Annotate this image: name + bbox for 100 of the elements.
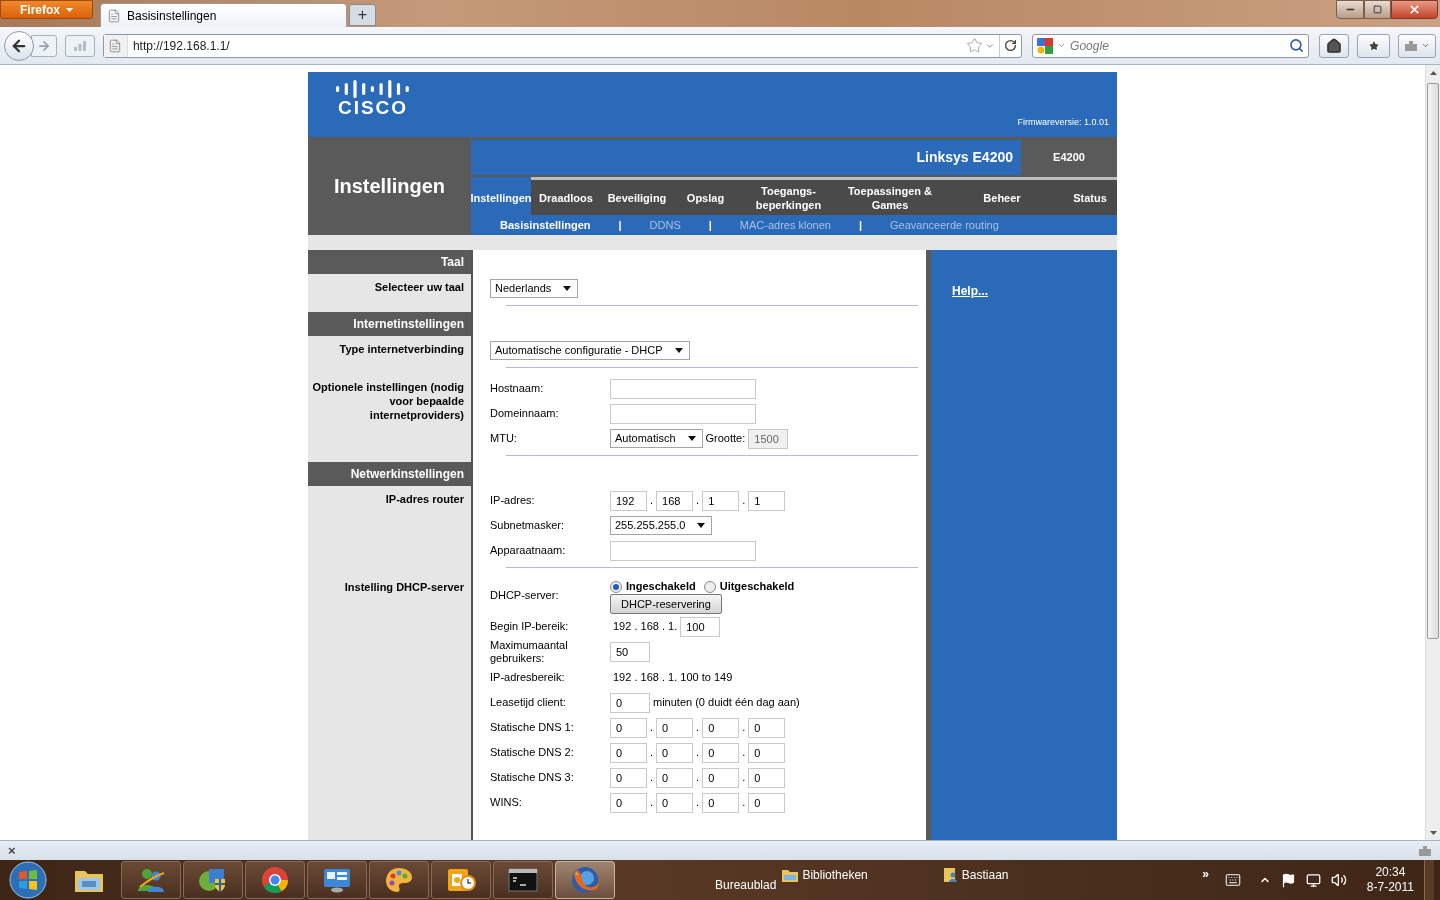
subtab-link[interactable]: Basisinstellingen — [500, 216, 591, 234]
browser-tab[interactable]: Basisinstellingen — [100, 3, 347, 27]
input-field[interactable]: 100 — [680, 616, 721, 637]
scroll-thumb[interactable] — [1427, 83, 1439, 639]
close-button[interactable] — [1391, 0, 1438, 19]
input-field[interactable]: 0 — [702, 717, 740, 738]
scrollbar[interactable] — [1425, 65, 1440, 840]
search-field[interactable]: Google — [1032, 33, 1310, 58]
radio-button[interactable] — [703, 580, 716, 593]
input-field[interactable]: 0 — [748, 792, 786, 813]
caret-icon — [687, 436, 696, 441]
input-field[interactable]: 0 — [702, 742, 740, 763]
field-label: Statische DNS 3: — [490, 771, 574, 783]
search-icon[interactable] — [1289, 38, 1305, 53]
search-engine-icon — [1037, 37, 1054, 54]
dropdown[interactable]: Nederlands — [490, 279, 579, 298]
input-field[interactable]: 0 — [748, 767, 786, 788]
input-field[interactable]: 1 — [702, 490, 740, 511]
scroll-up-icon[interactable] — [1429, 71, 1437, 75]
input-field[interactable]: 50 — [610, 642, 650, 662]
taskbar-app[interactable] — [431, 861, 491, 899]
taskbar-app[interactable] — [245, 861, 305, 899]
dot-separator: . — [741, 771, 747, 784]
input-field[interactable] — [610, 378, 756, 399]
maximize-button[interactable] — [1364, 0, 1391, 19]
close-addon-bar[interactable]: × — [8, 844, 16, 857]
puzzle-icon — [1404, 39, 1419, 52]
input-field[interactable] — [610, 540, 756, 561]
input-field[interactable]: 0 — [610, 717, 647, 738]
taskbar-app[interactable] — [307, 861, 367, 899]
nav-tab[interactable]: Opslag — [673, 177, 738, 215]
caret-icon — [66, 7, 73, 12]
toolbar-link[interactable]: Bastiaan — [961, 866, 1009, 884]
forward-arrow-icon — [37, 38, 51, 53]
dot-separator: . — [649, 494, 655, 507]
dot-separator: . — [649, 796, 655, 809]
nav-tab[interactable]: Status — [1063, 177, 1117, 215]
speaker-icon[interactable] — [1330, 872, 1347, 888]
input-field[interactable]: 0 — [656, 767, 694, 788]
taskbar-app[interactable] — [493, 861, 553, 899]
input-field[interactable]: 0 — [610, 742, 647, 763]
input-field[interactable]: 0 — [656, 742, 694, 763]
scroll-down-icon[interactable] — [1429, 831, 1437, 835]
network-icon[interactable] — [1305, 872, 1321, 888]
radio-button[interactable] — [610, 580, 622, 593]
nav-tab[interactable]: Toepassingen & Games — [839, 177, 941, 215]
value-text: 192 . 168 . 1. — [612, 620, 679, 633]
addon-button[interactable] — [1398, 33, 1436, 58]
home-button[interactable] — [1319, 33, 1350, 58]
caret-icon — [563, 286, 572, 291]
taskbar-app[interactable] — [369, 861, 429, 899]
dot-separator: . — [695, 721, 701, 734]
reservation-button[interactable]: DHCP-reservering — [610, 594, 722, 614]
address-bar[interactable]: http://192.168.1.1/ — [102, 33, 1023, 58]
bookmarks-button[interactable] — [1357, 33, 1391, 58]
input-field[interactable]: 0 — [656, 717, 694, 738]
nav-tab[interactable]: Beveiliging — [601, 177, 673, 215]
field-label: Statische DNS 1: — [490, 721, 574, 733]
taskbar-app[interactable] — [183, 861, 243, 899]
keyboard-icon[interactable] — [1224, 872, 1241, 888]
flag-icon[interactable] — [1280, 872, 1296, 888]
input-field[interactable] — [610, 403, 756, 424]
dropdown[interactable]: Automatische configuratie - DHCP — [490, 341, 690, 360]
block-label: Optionele instellingen (nodig voor bepaalde internetproviders) — [312, 381, 464, 421]
new-tab-button[interactable]: + — [349, 4, 376, 26]
input-field[interactable]: 0 — [656, 792, 694, 813]
caret-icon — [674, 348, 683, 353]
nav-tab[interactable]: Beheer — [941, 177, 1063, 215]
input-field[interactable]: 168 — [656, 490, 694, 511]
input-field[interactable]: 0 — [748, 717, 786, 738]
toolbar-link[interactable]: Bureaublad — [715, 876, 777, 894]
dropdown[interactable]: 255.255.255.0 — [610, 516, 713, 535]
field-label: DHCP-server: — [490, 588, 559, 601]
reload-icon[interactable] — [1004, 39, 1018, 52]
input-field[interactable]: 0 — [610, 792, 647, 813]
bookmark-star-icon[interactable] — [966, 37, 984, 54]
dropdown[interactable]: Automatisch — [610, 429, 703, 448]
input-field[interactable]: 0 — [702, 792, 740, 813]
minimize-button[interactable] — [1336, 0, 1364, 19]
toolbar-link[interactable]: Bibliotheken — [802, 866, 868, 884]
dot-separator: . — [741, 721, 747, 734]
field-label: Maximumaantal gebruikers: — [490, 639, 568, 664]
nav-tab[interactable]: Draadloos — [531, 177, 601, 215]
input-field[interactable]: 0 — [702, 767, 740, 788]
toolbar-overflow[interactable]: » — [1202, 865, 1209, 883]
nav-tab[interactable]: Toegangs-beperkingen — [738, 177, 839, 215]
input-field[interactable]: 0 — [748, 742, 786, 763]
dot-separator: . — [695, 771, 701, 784]
maximize-icon — [1373, 5, 1382, 14]
input-field[interactable]: 192 — [610, 490, 647, 511]
field-label: IP-adresbereik: — [490, 671, 565, 683]
input-field[interactable]: 0 — [610, 692, 650, 713]
value-text: 192 . 168 . 1. 100 to 149 — [612, 671, 734, 684]
url-text: http://192.168.1.1/ — [132, 37, 230, 55]
input-field[interactable]: 0 — [610, 767, 647, 788]
nav-tab[interactable]: Instellingen — [471, 177, 531, 215]
help-link[interactable]: Help... — [952, 284, 988, 298]
input-field[interactable]: 1 — [748, 490, 786, 511]
back-button[interactable] — [4, 30, 34, 61]
terminal-icon — [508, 868, 538, 892]
